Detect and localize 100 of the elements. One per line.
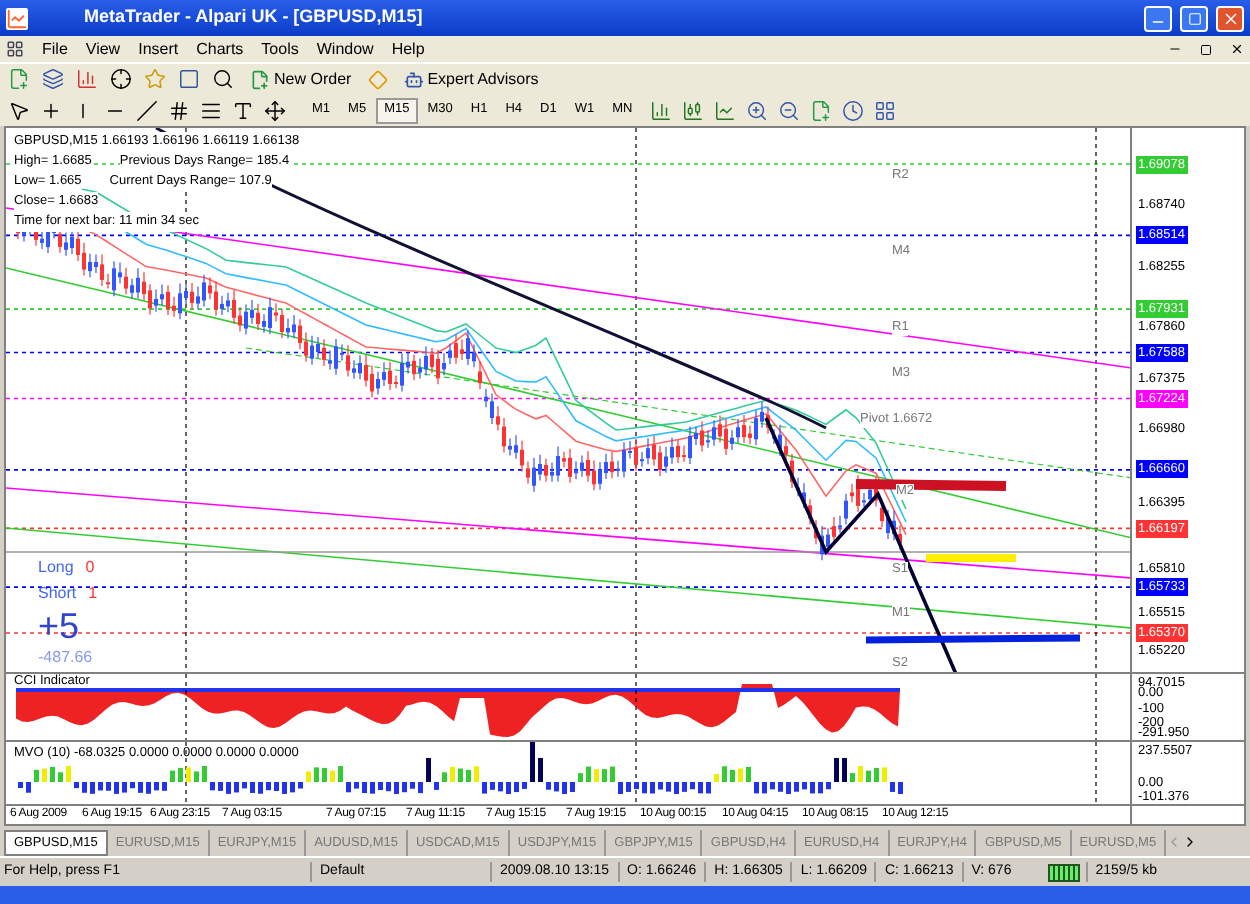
new-order-icon xyxy=(250,69,270,89)
histogram-bar xyxy=(826,782,831,790)
maximize-button[interactable] xyxy=(1180,5,1208,31)
histogram-bar xyxy=(586,766,591,782)
search-icon[interactable] xyxy=(212,68,234,90)
histogram-bar xyxy=(18,782,23,788)
histogram-bar xyxy=(730,769,735,782)
histogram-bar xyxy=(458,768,463,782)
robot-icon xyxy=(403,69,424,89)
histogram-bar xyxy=(410,782,415,789)
menu-item[interactable]: File xyxy=(42,37,68,61)
long-label: Long xyxy=(38,556,74,580)
histogram-bar xyxy=(194,771,199,782)
arrows-icon[interactable] xyxy=(264,99,286,121)
histogram-bar xyxy=(26,782,31,793)
new-chart-icon[interactable] xyxy=(8,68,30,90)
line-chart-icon[interactable] xyxy=(714,99,737,121)
histogram-bar xyxy=(442,772,447,782)
minimize-button[interactable] xyxy=(1144,5,1172,31)
zoom-in-icon[interactable] xyxy=(746,99,769,121)
profit-text: -487.66 xyxy=(38,646,95,670)
histogram-bar xyxy=(338,766,343,782)
close-icon xyxy=(1221,9,1239,27)
menu-item[interactable]: Tools xyxy=(261,37,299,61)
histogram-bar xyxy=(482,782,487,794)
menu-item[interactable]: View xyxy=(85,37,121,61)
histogram-bar xyxy=(770,782,775,790)
histogram-bar xyxy=(890,782,895,792)
histogram-bar xyxy=(386,782,391,792)
level-bar xyxy=(926,554,1016,562)
child-minimize-icon[interactable] xyxy=(1168,42,1182,56)
window-title: MetaTrader - Alpari UK - [GBPUSD,M15] xyxy=(84,4,425,31)
histogram-bar xyxy=(642,782,647,794)
histogram-bar xyxy=(82,782,87,793)
histogram-bar xyxy=(706,782,711,794)
menu-item[interactable]: Help xyxy=(391,37,425,61)
histogram-bar xyxy=(786,782,791,794)
maximize-icon xyxy=(1187,11,1201,25)
histogram-bar xyxy=(466,769,471,782)
bar-chart-icon[interactable] xyxy=(650,99,673,121)
trendline-icon[interactable] xyxy=(136,99,158,121)
histogram-bar xyxy=(898,782,903,794)
histogram-bar xyxy=(754,782,759,794)
histogram-bar xyxy=(714,774,719,782)
histogram-bar xyxy=(866,770,871,782)
histogram-bar xyxy=(610,766,615,782)
new-order-button[interactable]: New Order xyxy=(246,67,356,91)
histogram-bar xyxy=(58,772,63,782)
histogram-bar xyxy=(178,767,183,782)
histogram-bar xyxy=(474,766,479,782)
histogram-bar xyxy=(250,782,255,793)
histogram-bar xyxy=(114,782,119,794)
histogram-bar xyxy=(234,782,239,793)
histogram-bar xyxy=(122,782,127,793)
histogram-bar xyxy=(874,767,879,782)
pips-text: +5 xyxy=(38,606,82,646)
histogram-bar xyxy=(210,782,215,791)
zoom-out-icon[interactable] xyxy=(778,99,801,121)
histogram-bar xyxy=(746,766,751,782)
histogram-bar xyxy=(818,782,823,794)
cursor-icon[interactable] xyxy=(8,99,30,121)
text-tool-icon[interactable] xyxy=(232,99,254,121)
close-button[interactable] xyxy=(1216,5,1244,31)
crosshair-icon[interactable] xyxy=(40,99,62,121)
histogram-bar xyxy=(130,782,135,789)
histogram-bar xyxy=(682,782,687,792)
histogram-bar xyxy=(242,782,247,789)
histogram-bar xyxy=(850,773,855,782)
menu-item[interactable]: Window xyxy=(316,37,374,61)
histogram-bar xyxy=(154,782,159,791)
histogram-bar xyxy=(762,782,767,794)
histogram-bar xyxy=(618,782,623,794)
histogram-bar xyxy=(450,766,455,782)
histogram-bar xyxy=(394,782,399,794)
histogram-bar xyxy=(538,758,543,782)
child-close-icon[interactable] xyxy=(1230,42,1244,56)
histogram-bar xyxy=(218,782,223,791)
menu-item[interactable]: Insert xyxy=(138,37,179,61)
histogram-bar xyxy=(666,782,671,792)
histogram-bar xyxy=(50,766,55,782)
histogram-bar xyxy=(306,771,311,782)
histogram-bar xyxy=(650,782,655,794)
histogram-bar xyxy=(186,767,191,782)
child-restore-icon[interactable] xyxy=(1200,43,1212,55)
histogram-bar xyxy=(842,758,847,782)
histogram-bar xyxy=(34,769,39,782)
expert-advisors-button[interactable]: Expert Advisors xyxy=(399,67,543,91)
histogram-bar xyxy=(554,782,559,792)
histogram-bar xyxy=(778,782,783,792)
histogram-bar xyxy=(634,782,639,790)
histogram-bar xyxy=(282,782,287,794)
histogram-bar xyxy=(722,766,727,782)
candlestick-icon[interactable] xyxy=(682,99,705,121)
histogram-bar xyxy=(330,770,335,782)
histogram-bar xyxy=(322,767,327,782)
menu-item[interactable]: Charts xyxy=(196,37,244,61)
long-count: 0 xyxy=(85,556,95,580)
histogram-bar xyxy=(658,782,663,790)
histogram-bar xyxy=(138,782,143,793)
histogram-bar xyxy=(578,773,583,782)
